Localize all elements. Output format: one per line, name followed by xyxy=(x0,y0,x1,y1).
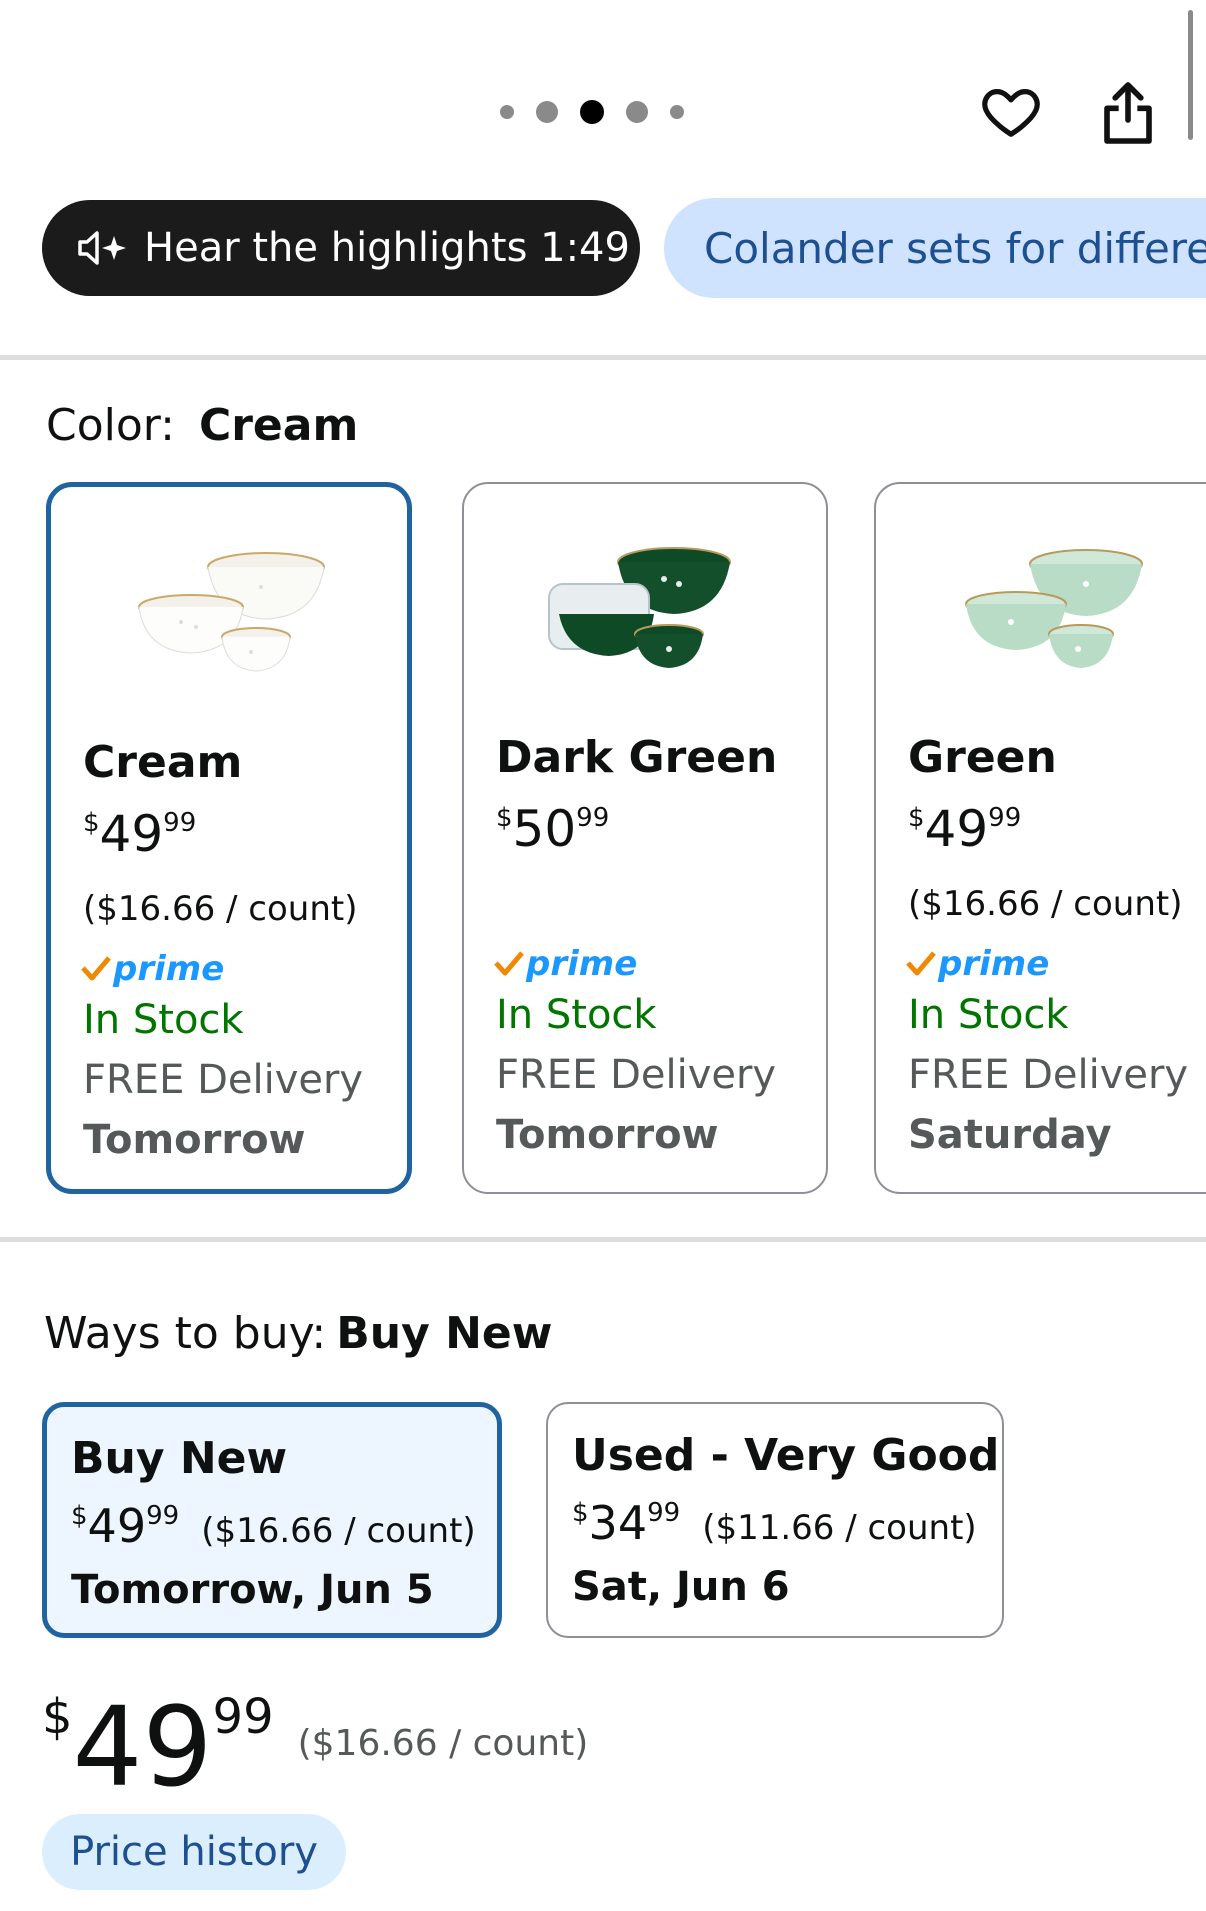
currency-symbol: $ xyxy=(83,808,100,838)
product-image-dark-green xyxy=(548,547,731,668)
carousel-dot-active[interactable] xyxy=(580,100,604,124)
section-divider xyxy=(0,355,1206,360)
swatch-price: $4999 xyxy=(83,805,196,863)
price-dollars: 49 xyxy=(87,1499,147,1553)
currency-symbol: $ xyxy=(496,803,513,833)
prime-label: prime xyxy=(526,944,638,984)
currency-symbol: $ xyxy=(908,803,925,833)
price-dollars: 34 xyxy=(588,1496,648,1550)
heart-outline-icon[interactable] xyxy=(980,80,1042,142)
buy-option-title: Buy New xyxy=(71,1433,288,1484)
swatch-name: Green xyxy=(908,732,1057,783)
price-dollars: 50 xyxy=(512,800,577,858)
price-dollars: 49 xyxy=(924,800,989,858)
delivery-text: FREE Delivery xyxy=(83,1057,364,1103)
delivery-day: Tomorrow xyxy=(83,1117,306,1163)
price-dollars: 49 xyxy=(99,805,164,863)
color-swatch-cream[interactable]: Cream $4999 ($16.66 / count) prime In St… xyxy=(46,482,412,1194)
color-label-text: Color: xyxy=(46,400,175,451)
swatch-price: $4999 xyxy=(908,800,1021,858)
price-cents: 99 xyxy=(163,808,197,838)
currency-symbol: $ xyxy=(572,1498,589,1528)
prime-check-icon xyxy=(906,951,936,976)
swatch-unit-price: ($16.66 / count) xyxy=(83,889,358,929)
delivery-day: Tomorrow xyxy=(496,1112,719,1158)
product-image-green xyxy=(965,549,1143,668)
scrollbar[interactable] xyxy=(1188,10,1193,140)
unit-price: ($16.66 / count) xyxy=(201,1511,476,1551)
delivery-text: FREE Delivery xyxy=(496,1052,777,1098)
currency-symbol: $ xyxy=(71,1501,88,1531)
buy-option-price: $3499 ($11.66 / count) xyxy=(572,1496,977,1550)
unit-price: ($11.66 / count) xyxy=(702,1508,977,1548)
ways-selected-value: Buy New xyxy=(336,1308,553,1359)
hear-highlights-label: Hear the highlights 1:49 xyxy=(144,225,630,271)
swatch-name: Dark Green xyxy=(496,732,778,783)
prime-check-icon xyxy=(81,956,111,981)
image-carousel-indicator xyxy=(500,100,684,124)
buy-option-new[interactable]: Buy New $4999 ($16.66 / count) Tomorrow, … xyxy=(42,1402,502,1638)
buy-option-used-very-good[interactable]: Used - Very Good $3499 ($11.66 / count) S… xyxy=(546,1402,1004,1638)
prime-label: prime xyxy=(938,944,1050,984)
prime-badge: prime xyxy=(906,944,1049,984)
share-icon[interactable] xyxy=(1100,80,1156,146)
stock-status: In Stock xyxy=(496,992,657,1038)
prime-badge: prime xyxy=(494,944,637,984)
stock-status: In Stock xyxy=(83,997,244,1043)
main-price: $4999 ($16.66 / count) xyxy=(42,1692,588,1802)
unit-price: ($16.66 / count) xyxy=(297,1723,589,1764)
price-cents: 99 xyxy=(647,1498,681,1528)
price-cents: 99 xyxy=(212,1689,274,1745)
prime-label: prime xyxy=(113,949,225,989)
price-cents: 99 xyxy=(988,803,1022,833)
buy-option-delivery-date: Sat, Jun 6 xyxy=(572,1564,790,1610)
carousel-dot[interactable] xyxy=(536,101,558,123)
speaker-sparkle-icon xyxy=(78,231,126,265)
currency-symbol: $ xyxy=(42,1689,73,1745)
prime-badge: prime xyxy=(81,949,224,989)
carousel-dot[interactable] xyxy=(626,101,648,123)
price-history-button[interactable]: Price history xyxy=(42,1814,346,1890)
buy-option-title: Used - Very Good xyxy=(572,1430,1000,1481)
carousel-dot[interactable] xyxy=(670,105,684,119)
color-selected-value: Cream xyxy=(198,400,359,451)
buy-option-delivery-date: Tomorrow, Jun 5 xyxy=(71,1567,434,1613)
section-divider xyxy=(0,1237,1206,1242)
topic-chip-label: Colander sets for different xyxy=(704,223,1206,273)
delivery-day: Saturday xyxy=(908,1112,1112,1158)
ways-label-text: Ways to buy: xyxy=(44,1308,327,1359)
prime-check-icon xyxy=(494,951,524,976)
delivery-text: FREE Delivery xyxy=(908,1052,1189,1098)
price-history-label: Price history xyxy=(70,1829,318,1875)
color-swatch-dark-green[interactable]: Dark Green $5099 prime In Stock FREE Del… xyxy=(462,482,828,1194)
buy-option-price: $4999 ($16.66 / count) xyxy=(71,1499,476,1553)
color-selection-label: Color: Cream xyxy=(46,400,358,451)
carousel-dot[interactable] xyxy=(500,105,514,119)
price-cents: 99 xyxy=(146,1501,180,1531)
price-cents: 99 xyxy=(576,803,610,833)
stock-status: In Stock xyxy=(908,992,1069,1038)
swatch-name: Cream xyxy=(83,737,243,788)
topic-chip-colander-sets[interactable]: Colander sets for different xyxy=(664,198,1206,298)
product-image-cream xyxy=(138,552,325,672)
price-dollars: 49 xyxy=(72,1683,213,1811)
ways-to-buy-label: Ways to buy: Buy New xyxy=(44,1308,552,1359)
hear-highlights-button[interactable]: Hear the highlights 1:49 xyxy=(42,200,640,296)
swatch-unit-price: ($16.66 / count) xyxy=(908,884,1183,924)
color-swatch-green[interactable]: Green $4999 ($16.66 / count) prime In St… xyxy=(874,482,1206,1194)
swatch-price: $5099 xyxy=(496,800,609,858)
